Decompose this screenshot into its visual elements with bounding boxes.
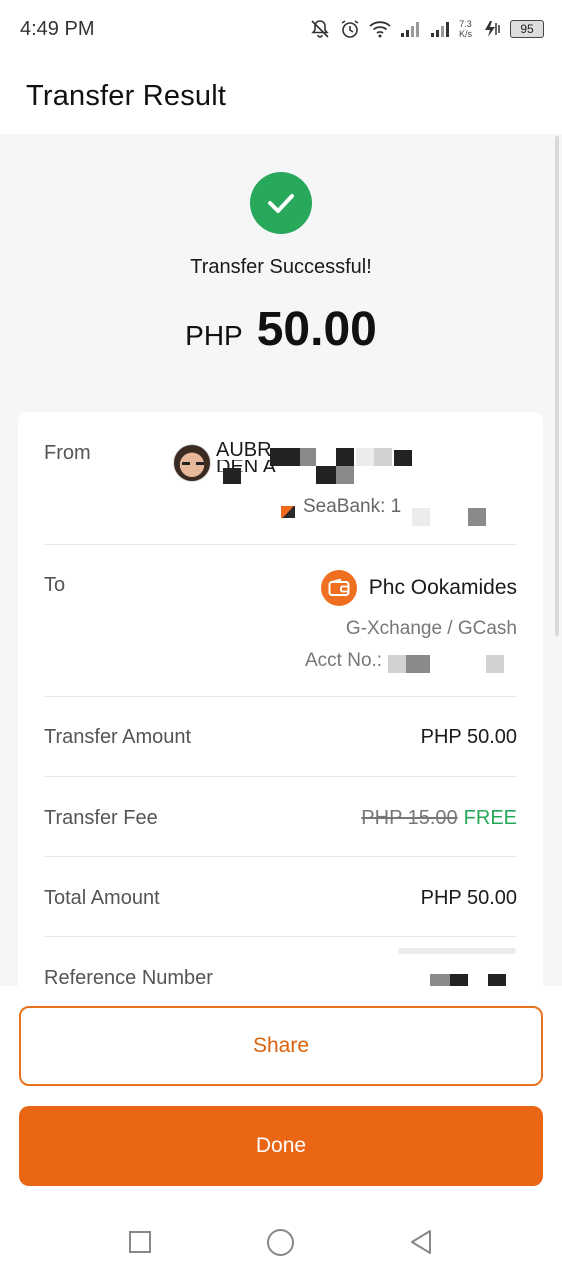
total-amount-value: PHP 50.00 (420, 887, 517, 909)
transfer-fee-original: PHP 15.00 (361, 807, 458, 829)
transfer-amount-label: Transfer Amount (44, 726, 192, 748)
alarm-icon (339, 18, 361, 40)
to-label: To (44, 574, 66, 596)
redaction-block (336, 448, 354, 466)
action-panel: Share Done (0, 986, 562, 1202)
redaction-block (398, 948, 516, 954)
signal-icon (399, 18, 421, 40)
page-title: Transfer Result (26, 79, 227, 112)
redaction-block (450, 974, 468, 986)
app-header: Transfer Result (0, 58, 562, 134)
amount-currency: PHP (185, 320, 243, 351)
to-account-label: Acct No.: (305, 650, 383, 671)
mute-bell-icon (309, 18, 331, 40)
redaction-block (336, 466, 354, 484)
redaction-block (394, 450, 412, 466)
net-speed-value: 7.3 (459, 19, 472, 29)
transfer-fee-free: FREE (463, 807, 517, 829)
net-speed: 7.3 K/s (459, 19, 472, 39)
transfer-fee-label: Transfer Fee (44, 807, 158, 829)
net-speed-unit: K/s (458, 29, 472, 39)
status-icons: 7.3 K/s 95 (309, 18, 544, 40)
from-bank: SeaBank: 1 (303, 496, 402, 517)
seabank-logo-icon (281, 506, 295, 518)
result-scroll-area[interactable]: Transfer Successful! PHP 50.00 From AUBR … (0, 134, 562, 986)
redaction-block (412, 508, 430, 526)
share-button[interactable]: Share (19, 1006, 543, 1086)
signal-icon (429, 18, 451, 40)
redaction-block (223, 468, 241, 484)
system-nav-bar (0, 1202, 562, 1280)
wifi-icon (369, 18, 391, 40)
redaction-block (406, 655, 430, 673)
divider (44, 696, 517, 697)
redaction-block (486, 655, 504, 673)
wallet-icon (321, 570, 357, 606)
redaction-block (316, 466, 336, 484)
success-message: Transfer Successful! (190, 256, 372, 278)
redaction-block (430, 974, 450, 986)
avatar-eye (182, 462, 190, 465)
back-triangle-icon[interactable] (408, 1228, 434, 1261)
scrollbar[interactable] (555, 136, 559, 636)
recents-square-icon[interactable] (129, 1231, 151, 1253)
to-bank: G-Xchange / GCash (345, 618, 517, 639)
redaction-block (488, 974, 506, 986)
done-button[interactable]: Done (19, 1106, 543, 1186)
amount-value: 50.00 (256, 303, 377, 356)
redaction-block (356, 448, 374, 466)
avatar (173, 444, 211, 482)
redaction-block (468, 508, 486, 526)
reference-number-label: Reference Number (44, 967, 213, 986)
hotspot-icon (480, 18, 502, 40)
divider (44, 856, 517, 857)
transfer-details-card: From AUBR DEN A SeaBank: 1 To Phc Ookami… (18, 412, 543, 986)
from-label: From (44, 442, 91, 464)
status-time: 4:49 PM (20, 17, 95, 40)
redaction-block (374, 448, 392, 466)
redaction-block (300, 448, 316, 466)
divider (44, 544, 517, 545)
total-amount-label: Total Amount (44, 887, 160, 909)
transfer-fee-value: PHP 15.00 FREE (361, 807, 517, 830)
divider (44, 776, 517, 777)
check-circle-icon (250, 172, 312, 234)
to-name: Phc Ookamides (368, 576, 517, 599)
status-bar: 4:49 PM 7.3 K/s 95 (0, 0, 562, 58)
avatar-eye (196, 462, 204, 465)
from-name: AUBR (216, 439, 272, 461)
redaction-block (270, 448, 300, 466)
home-circle-icon[interactable] (267, 1229, 294, 1256)
battery-icon: 95 (510, 20, 544, 38)
redaction-block (388, 655, 406, 673)
transfer-amount-value: PHP 50.00 (420, 726, 517, 748)
amount-display: PHP 50.00 (0, 302, 562, 357)
divider (44, 936, 517, 937)
